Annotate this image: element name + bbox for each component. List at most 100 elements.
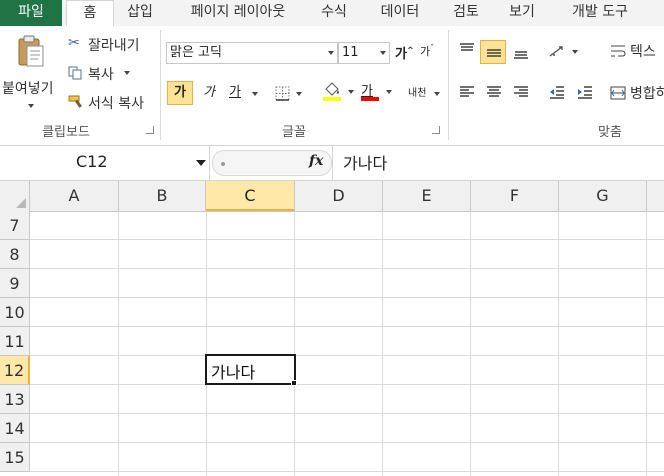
row-header-9[interactable]: 9 [0, 269, 30, 298]
grid-line [30, 268, 664, 269]
tab-data[interactable]: 데이터 [370, 0, 430, 26]
font-color-button[interactable]: 가 [358, 80, 396, 104]
format-painter-button[interactable]: 서식 복사 [66, 92, 158, 112]
underline-dropdown-icon [252, 92, 258, 96]
align-left-icon[interactable] [458, 84, 476, 100]
phonetic-guide-button[interactable]: 내천 [406, 82, 442, 104]
grow-font-button[interactable]: 가^ [395, 43, 415, 63]
select-all-button[interactable] [0, 181, 30, 211]
shrink-font-button[interactable]: 가ˇ [420, 43, 440, 63]
column-header-e[interactable]: E [383, 181, 471, 211]
name-box[interactable]: C12 [0, 146, 210, 180]
formula-input[interactable]: 가나다 [332, 146, 664, 180]
row-header-12[interactable]: 12 [0, 356, 30, 385]
align-bottom-icon[interactable] [512, 44, 530, 60]
tab-home[interactable]: 홈 [66, 0, 114, 28]
borders-button[interactable] [272, 82, 308, 104]
align-top-icon[interactable] [458, 42, 476, 58]
wrap-text-button[interactable]: 텍스 [610, 41, 664, 61]
row-header-10[interactable]: 10 [0, 298, 30, 327]
grid-line [30, 297, 664, 298]
row-header-11[interactable]: 11 [0, 327, 30, 356]
column-header-label: C [244, 186, 256, 205]
grid-line [646, 211, 647, 476]
active-cell-c12[interactable]: 가나다 [205, 354, 296, 385]
grid-line [30, 471, 664, 472]
column-header-b[interactable]: B [119, 181, 206, 211]
cut-button[interactable]: ✂ 잘라내기 [66, 34, 156, 54]
bold-button[interactable]: 가 [167, 81, 193, 105]
align-center-icon[interactable] [485, 84, 503, 100]
tab-review[interactable]: 검토 [444, 0, 488, 26]
tab-view[interactable]: 보기 [500, 0, 544, 26]
italic-button[interactable]: 가 [198, 82, 220, 104]
decrease-indent-icon[interactable] [548, 84, 566, 100]
tab-view-label: 보기 [509, 4, 535, 20]
name-box-dropdown-icon[interactable] [196, 160, 206, 166]
row-header-15[interactable]: 15 [0, 443, 30, 472]
row-header-13[interactable]: 13 [0, 385, 30, 414]
fill-color-button[interactable] [320, 80, 358, 104]
font-group-label: 글꼴 [282, 125, 306, 140]
font-size-dropdown-icon [380, 51, 386, 55]
column-header-g[interactable]: G [559, 181, 647, 211]
increase-indent-icon[interactable] [576, 84, 594, 100]
row-header-label: 11 [4, 332, 25, 351]
row-header-7[interactable]: 7 [0, 211, 30, 240]
grow-font-label: 가 [395, 47, 407, 62]
column-header-label: G [596, 186, 609, 205]
orientation-icon [549, 46, 563, 57]
copy-dropdown-icon[interactable] [124, 71, 130, 75]
underline-label: 가 [229, 85, 241, 100]
grid-line [30, 413, 664, 414]
column-header-d[interactable]: D [295, 181, 383, 211]
insert-function-icon[interactable]: fx [309, 153, 323, 169]
font-size-value: 11 [342, 45, 359, 60]
tab-page-layout[interactable]: 페이지 레이아웃 [176, 0, 300, 26]
font-name-select[interactable]: 맑은 고딕 [166, 42, 338, 64]
align-middle-button[interactable] [480, 40, 506, 64]
tab-page-layout-label: 페이지 레이아웃 [190, 4, 286, 20]
cell-grid[interactable] [30, 211, 664, 476]
grid-line [30, 239, 664, 240]
cell-c12-value: 가나다 [211, 363, 256, 382]
font-launcher-icon[interactable] [432, 126, 440, 134]
shrink-font-caret-icon: ˇ [430, 43, 435, 53]
grid-line [382, 211, 383, 476]
tab-developer[interactable]: 개발 도구 [558, 0, 642, 26]
merge-center-button[interactable]: 병합하 [610, 83, 664, 103]
orientation-dropdown-icon [572, 50, 578, 54]
tab-file[interactable]: 파일 [0, 0, 62, 26]
row-header-8[interactable]: 8 [0, 240, 30, 269]
fill-handle[interactable] [291, 380, 297, 386]
formula-grip-icon [221, 162, 225, 166]
row-header-label: 10 [4, 303, 25, 322]
clipboard-launcher-icon[interactable] [146, 126, 154, 134]
row-header-14[interactable]: 14 [0, 414, 30, 443]
phonetic-guide-label: 내천 [408, 88, 427, 99]
name-box-value: C12 [76, 152, 108, 171]
tab-formulas[interactable]: 수식 [312, 0, 356, 26]
column-header-label: B [156, 186, 168, 205]
font-size-select[interactable]: 11 [338, 42, 390, 64]
paste-label: 붙여넣기 [2, 81, 54, 97]
align-right-icon[interactable] [512, 84, 530, 100]
row-header-label: 7 [9, 216, 20, 235]
tab-formulas-label: 수식 [321, 4, 347, 20]
column-header-f[interactable]: F [471, 181, 559, 211]
column-header-label: E [421, 186, 432, 205]
paste-button[interactable]: 붙여넣기 [2, 30, 60, 116]
column-header-a[interactable]: A [30, 181, 119, 211]
copy-button[interactable]: 복사 [66, 63, 146, 83]
ribbon-separator [448, 30, 449, 140]
phonetic-guide-dropdown-icon [434, 92, 440, 96]
tab-insert[interactable]: 삽입 [118, 0, 162, 26]
orientation-button[interactable] [548, 42, 580, 62]
italic-label: 가 [203, 85, 215, 100]
row-header-label: 14 [4, 419, 25, 438]
paste-dropdown-icon[interactable] [28, 104, 34, 108]
grid-line [206, 211, 207, 476]
column-header-c[interactable]: C [206, 181, 295, 211]
clipboard-group-label: 클립보드 [42, 125, 90, 140]
underline-button[interactable]: 가 [226, 82, 260, 104]
